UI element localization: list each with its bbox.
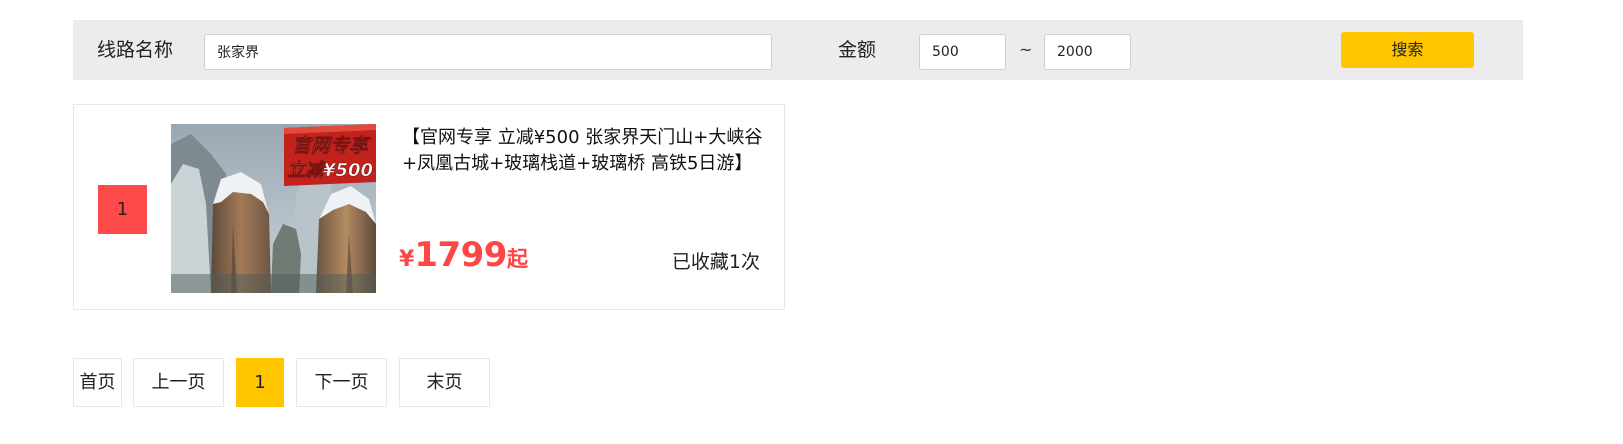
image-overlay-line1: 官网专享 bbox=[292, 135, 371, 157]
price: ¥1799起 bbox=[399, 235, 528, 275]
route-result-card: 1 官网专享 立减¥500 【官网专享 立减¥500 张家界天门山+大峡谷+凤凰… bbox=[73, 104, 785, 310]
range-separator: ~ bbox=[1019, 40, 1033, 59]
next-page-button[interactable]: 下一页 bbox=[296, 358, 387, 407]
min-amount-input[interactable] bbox=[919, 34, 1006, 70]
previous-page-button[interactable]: 上一页 bbox=[133, 358, 224, 407]
route-title-link[interactable]: 【官网专享 立减¥500 张家界天门山+大峡谷+凤凰古城+玻璃栈道+玻璃桥 高铁… bbox=[402, 125, 766, 177]
price-currency: ¥ bbox=[399, 247, 415, 272]
route-name-label: 线路名称 bbox=[97, 39, 174, 61]
search-bar: 线路名称 金额 ~ 搜索 bbox=[73, 20, 1523, 80]
price-suffix: 起 bbox=[506, 247, 528, 271]
favorites-count: 已收藏1次 bbox=[671, 251, 760, 273]
last-page-button[interactable]: 末页 bbox=[399, 358, 490, 407]
rank-badge: 1 bbox=[98, 185, 147, 234]
current-page-button[interactable]: 1 bbox=[236, 358, 284, 407]
route-thumbnail-image[interactable]: 官网专享 立减¥500 bbox=[171, 124, 376, 293]
amount-label: 金额 bbox=[838, 39, 877, 61]
search-button[interactable]: 搜索 bbox=[1341, 32, 1474, 68]
max-amount-input[interactable] bbox=[1044, 34, 1131, 70]
first-page-button[interactable]: 首页 bbox=[73, 358, 122, 407]
page: 线路名称 金额 ~ 搜索 1 bbox=[0, 0, 1623, 444]
image-overlay-line2: 立减¥500 bbox=[287, 160, 373, 181]
price-amount: 1799 bbox=[414, 235, 507, 275]
route-name-input[interactable] bbox=[204, 34, 772, 70]
